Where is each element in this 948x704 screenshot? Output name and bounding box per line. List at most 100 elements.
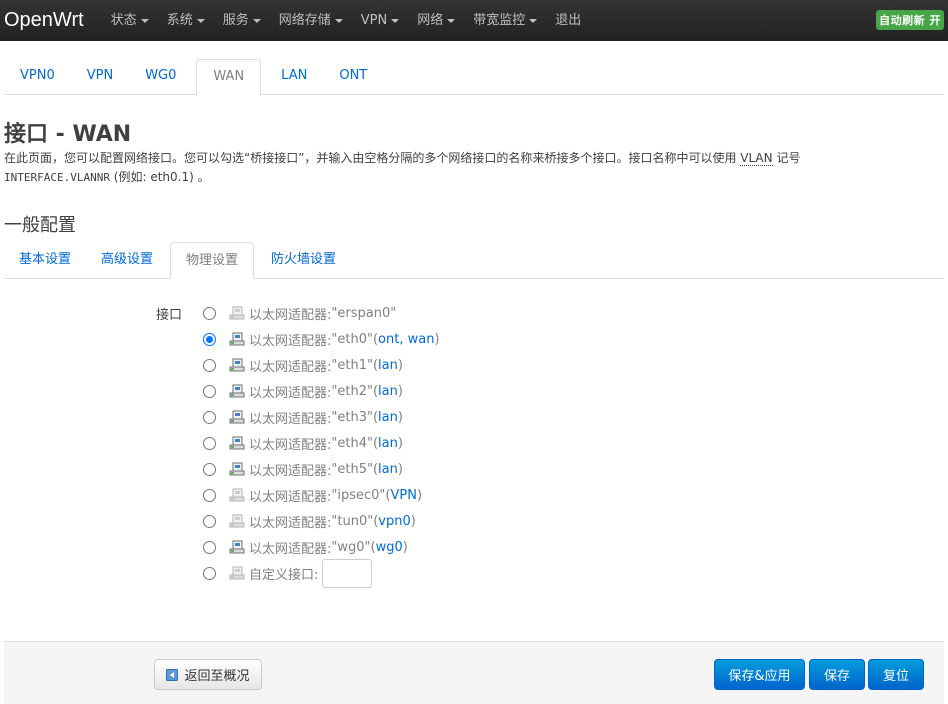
brand-logo[interactable]: OpenWrt <box>0 0 102 41</box>
interface-tabs: VPN0 VPN WG0 WAN LAN ONT <box>4 59 944 96</box>
interface-options: 以太网适配器: "erspan0" 以太网适配器: "eth0" (ont, wa… <box>202 300 440 588</box>
network-link[interactable]: lan <box>378 436 398 451</box>
network-link[interactable]: vpn0 <box>378 514 410 529</box>
adapter-name: "eth4" <box>331 435 373 451</box>
interface-radio[interactable] <box>203 566 216 580</box>
interface-radio[interactable] <box>203 332 216 346</box>
tab-vpn[interactable]: VPN <box>71 59 129 94</box>
action-bar: 返回至概况 保存&应用 保存 复位 <box>4 641 944 704</box>
interface-option[interactable]: 以太网适配器: "ipsec0" (VPN) <box>202 482 440 508</box>
interface-radio[interactable] <box>203 358 216 372</box>
interface-field-label: 接口 <box>156 308 183 323</box>
menu-item-label: VPN <box>360 13 388 28</box>
interface-radio[interactable] <box>203 306 216 320</box>
network-link[interactable]: ont, wan <box>378 332 434 347</box>
ethernet-icon <box>229 409 245 425</box>
adapter-name: "eth0" <box>331 331 373 347</box>
caret-down-icon <box>196 18 205 23</box>
interface-radio[interactable] <box>203 436 216 450</box>
adapter-name: "eth2" <box>331 383 373 399</box>
interface-radio[interactable] <box>203 514 216 528</box>
back-arrow-icon <box>166 668 179 681</box>
ethernet-disabled-icon <box>229 305 245 321</box>
tab-vpn0[interactable]: VPN0 <box>4 59 71 94</box>
adapter-name: "ipsec0" <box>331 487 386 503</box>
network-link[interactable]: VPN <box>390 488 416 503</box>
adapter-name: "erspan0" <box>331 305 397 321</box>
interface-option[interactable]: 以太网适配器: "eth4" (lan) <box>202 430 440 456</box>
network-link[interactable]: wg0 <box>376 540 403 555</box>
interface-option[interactable]: 以太网适配器: "eth0" (ont, wan) <box>202 326 440 352</box>
ethernet-icon <box>229 357 245 373</box>
caret-down-icon <box>140 18 149 23</box>
menu-item-label: 退出 <box>555 13 582 28</box>
interface-radio[interactable] <box>203 462 216 476</box>
interface-option[interactable]: 以太网适配器: "eth1" (lan) <box>202 352 440 378</box>
description-text: 记号 <box>772 151 801 165</box>
network-link[interactable]: lan <box>378 358 398 373</box>
main-menu: 状态 系统 服务 网络存储 VPN 网络 带宽监控 退出 <box>102 0 591 41</box>
menu-item-7[interactable]: 退出 <box>546 0 590 41</box>
menu-item-5[interactable]: 网络 <box>408 0 464 41</box>
back-to-overview-button[interactable]: 返回至概况 <box>154 659 262 690</box>
adapter-prefix: 以太网适配器: <box>249 411 332 427</box>
interface-option[interactable]: 以太网适配器: "tun0" (vpn0) <box>202 508 440 534</box>
adapter-prefix: 以太网适配器: <box>249 437 332 453</box>
top-navbar: OpenWrt 状态 系统 服务 网络存储 VPN 网络 带宽监控 退出 自动刷新 开 <box>0 0 948 41</box>
caret-down-icon <box>391 18 400 23</box>
description-code: INTERFACE.VLANNR <box>4 171 110 184</box>
reset-button[interactable]: 复位 <box>868 659 924 690</box>
interface-option[interactable]: 以太网适配器: "wg0" (wg0) <box>202 534 440 560</box>
caret-down-icon <box>334 18 343 23</box>
save-button[interactable]: 保存 <box>809 659 865 690</box>
autorefresh-badge[interactable]: 自动刷新 开 <box>876 10 944 30</box>
ethernet-disabled-icon <box>229 487 245 503</box>
menu-item-6[interactable]: 带宽监控 <box>464 0 546 41</box>
interface-radio[interactable] <box>203 384 216 398</box>
menu-item-2[interactable]: 服务 <box>214 0 270 41</box>
network-link[interactable]: lan <box>378 384 398 399</box>
caret-down-icon <box>529 18 538 23</box>
tab-wg0[interactable]: WG0 <box>129 59 192 94</box>
interface-option[interactable]: 以太网适配器: "eth5" (lan) <box>202 456 440 482</box>
menu-item-3[interactable]: 网络存储 <box>270 0 352 41</box>
ethernet-icon <box>229 461 245 477</box>
interface-option[interactable]: 以太网适配器: "erspan0" <box>202 300 440 326</box>
tab-wan[interactable]: WAN <box>196 59 262 96</box>
adapter-name: "tun0" <box>331 513 374 529</box>
description-text: 在此页面，您可以配置网络接口。您可以勾选“桥接接口”，并输入由空格分隔的多个网络… <box>4 151 741 165</box>
interface-radio[interactable] <box>203 410 216 424</box>
menu-item-label: 带宽监控 <box>473 13 526 28</box>
adapter-prefix: 以太网适配器: <box>249 359 332 375</box>
section-tab-2[interactable]: 物理设置 <box>170 242 255 279</box>
tab-ont[interactable]: ONT <box>323 59 383 94</box>
network-link[interactable]: lan <box>378 410 398 425</box>
section-tab-3[interactable]: 防火墙设置 <box>256 242 351 278</box>
adapter-prefix: 以太网适配器: <box>249 307 332 323</box>
custom-interface-input[interactable] <box>322 558 373 588</box>
custom-interface-option[interactable]: 自定义接口: <box>202 558 440 588</box>
network-link[interactable]: lan <box>378 462 398 477</box>
adapter-prefix: 以太网适配器: <box>249 333 332 349</box>
description-text: (例如: eth0.1) 。 <box>109 170 210 184</box>
section-tab-1[interactable]: 高级设置 <box>86 242 168 278</box>
interface-radio[interactable] <box>203 488 216 502</box>
interface-option[interactable]: 以太网适配器: "eth2" (lan) <box>202 378 440 404</box>
menu-item-label: 网络存储 <box>278 13 331 28</box>
adapter-prefix: 以太网适配器: <box>249 515 332 531</box>
tab-lan[interactable]: LAN <box>265 59 323 94</box>
menu-item-4[interactable]: VPN <box>352 0 408 41</box>
save-apply-button[interactable]: 保存&应用 <box>714 659 805 690</box>
ethernet-icon <box>229 539 245 555</box>
page-title: 接口 - WAN <box>4 122 132 147</box>
menu-item-0[interactable]: 状态 <box>102 0 158 41</box>
interface-radio[interactable] <box>203 540 216 554</box>
adapter-name: "wg0" <box>331 539 371 555</box>
custom-interface-label: 自定义接口: <box>249 567 319 583</box>
ethernet-icon <box>229 435 245 451</box>
menu-item-label: 网络 <box>417 13 444 28</box>
section-tab-0[interactable]: 基本设置 <box>4 242 86 278</box>
interface-option[interactable]: 以太网适配器: "eth3" (lan) <box>202 404 440 430</box>
adapter-prefix: 以太网适配器: <box>249 463 332 479</box>
menu-item-1[interactable]: 系统 <box>158 0 214 41</box>
